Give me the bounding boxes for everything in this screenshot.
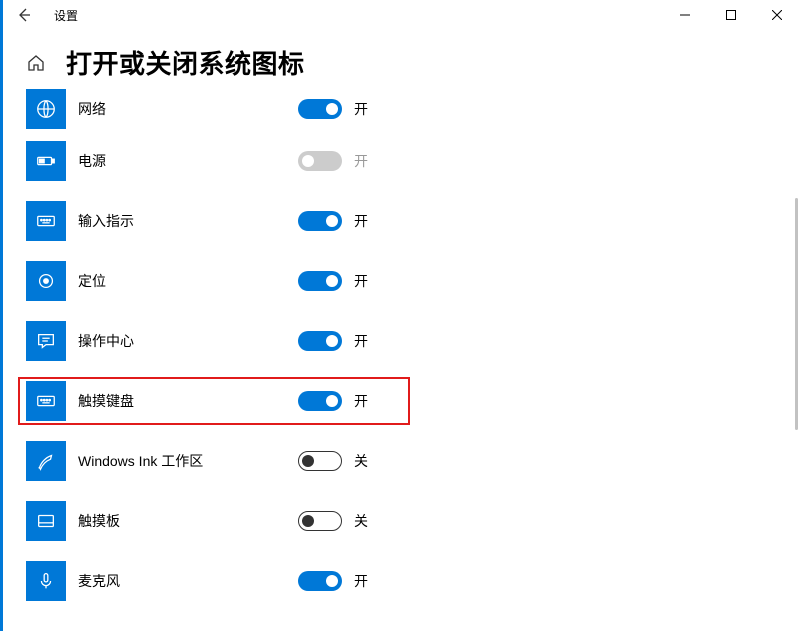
toggle-state-text: 开 xyxy=(354,99,368,119)
pen-icon-tile xyxy=(26,441,66,481)
toggle-power xyxy=(298,151,342,171)
toggle-knob xyxy=(326,103,338,115)
toggle-touchpad[interactable] xyxy=(298,511,342,531)
toggle-knob xyxy=(326,335,338,347)
close-icon xyxy=(772,10,782,20)
setting-label: 输入指示 xyxy=(78,211,298,231)
toggle-state-text: 开 xyxy=(354,571,368,591)
setting-row-power: 电源 开 xyxy=(26,131,780,191)
window-controls xyxy=(662,0,800,30)
toggle-wrap: 关 xyxy=(298,451,408,471)
setting-label: Windows Ink 工作区 xyxy=(78,451,298,471)
setting-row-touchpad: 触摸板 关 xyxy=(26,491,780,551)
toggle-knob xyxy=(302,155,314,167)
toggle-knob xyxy=(326,575,338,587)
toggle-wrap: 开 xyxy=(298,331,408,351)
setting-label: 操作中心 xyxy=(78,331,298,351)
minimize-button[interactable] xyxy=(662,0,708,30)
setting-row-touchkeyboard: 触摸键盘 开 xyxy=(26,371,780,431)
toggle-knob xyxy=(326,275,338,287)
page-header: 打开或关闭系统图标 xyxy=(0,30,800,87)
setting-row-actioncenter: 操作中心 开 xyxy=(26,311,780,371)
toggle-touchkeyboard[interactable] xyxy=(298,391,342,411)
target-icon-tile xyxy=(26,261,66,301)
toggle-mic[interactable] xyxy=(298,571,342,591)
toggle-wrap: 开 xyxy=(298,571,408,591)
setting-label: 触摸板 xyxy=(78,511,298,531)
toggle-network[interactable] xyxy=(298,99,342,119)
globe-icon-tile xyxy=(26,89,66,129)
window-title: 设置 xyxy=(48,7,78,24)
toggle-wrap: 开 xyxy=(298,99,408,119)
setting-label: 定位 xyxy=(78,271,298,291)
toggle-state-text: 开 xyxy=(354,331,368,351)
toggle-knob xyxy=(302,515,314,527)
setting-label: 触摸键盘 xyxy=(78,391,298,411)
toggle-knob xyxy=(302,455,314,467)
setting-row-ime: 输入指示 开 xyxy=(26,191,780,251)
arrow-left-icon xyxy=(16,7,32,23)
setting-row-location: 定位 开 xyxy=(26,251,780,311)
title-bar: 设置 xyxy=(0,0,800,30)
setting-row-ink: Windows Ink 工作区 关 xyxy=(26,431,780,491)
toggle-state-text: 开 xyxy=(354,391,368,411)
home-button[interactable] xyxy=(24,54,48,72)
minimize-icon xyxy=(680,10,690,20)
toggle-ink[interactable] xyxy=(298,451,342,471)
toggle-state-text: 开 xyxy=(354,211,368,231)
toggle-actioncenter[interactable] xyxy=(298,331,342,351)
keyboard-icon-tile xyxy=(26,381,66,421)
toggle-wrap: 开 xyxy=(298,211,408,231)
chat-icon-tile xyxy=(26,321,66,361)
maximize-icon xyxy=(726,10,736,20)
toggle-wrap: 开 xyxy=(298,151,408,171)
toggle-ime[interactable] xyxy=(298,211,342,231)
toggle-location[interactable] xyxy=(298,271,342,291)
home-icon xyxy=(27,54,45,72)
toggle-state-text: 开 xyxy=(354,271,368,291)
toggle-state-text: 开 xyxy=(354,151,368,171)
setting-row-mic: 麦克风 开 xyxy=(26,551,780,611)
maximize-button[interactable] xyxy=(708,0,754,30)
toggle-state-text: 关 xyxy=(354,511,368,531)
toggle-knob xyxy=(326,395,338,407)
setting-row-network: 网络 开 xyxy=(26,87,780,131)
toggle-state-text: 关 xyxy=(354,451,368,471)
page-title: 打开或关闭系统图标 xyxy=(66,44,305,81)
accent-edge xyxy=(0,0,3,631)
battery-icon-tile xyxy=(26,141,66,181)
touchpad-icon-tile xyxy=(26,501,66,541)
toggle-wrap: 开 xyxy=(298,391,408,411)
system-icons-list: 网络开电源开输入指示开定位开操作中心开触摸键盘开Windows Ink 工作区关… xyxy=(0,87,800,621)
toggle-wrap: 开 xyxy=(298,271,408,291)
scrollbar-thumb[interactable] xyxy=(795,198,798,430)
scrollbar[interactable] xyxy=(786,198,800,606)
toggle-knob xyxy=(326,215,338,227)
back-button[interactable] xyxy=(0,0,48,30)
keyboard-icon-tile xyxy=(26,201,66,241)
close-button[interactable] xyxy=(754,0,800,30)
setting-label: 麦克风 xyxy=(78,571,298,591)
setting-label: 电源 xyxy=(78,151,298,171)
setting-label: 网络 xyxy=(78,99,298,119)
mic-icon-tile xyxy=(26,561,66,601)
toggle-wrap: 关 xyxy=(298,511,408,531)
